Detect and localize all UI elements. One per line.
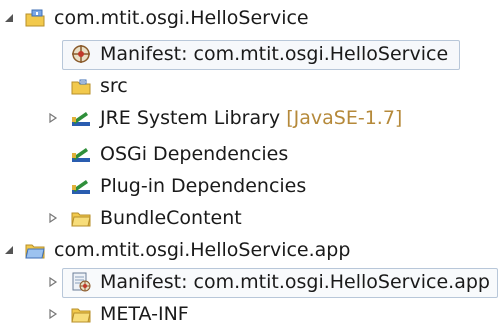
tree-item-label: src	[100, 75, 128, 97]
tree-item-helloservice-project[interactable]: com.mtit.osgi.HelloService	[0, 4, 502, 32]
library-decoration: [JavaSE-1.7]	[286, 107, 403, 129]
tree-item-bundlecontent[interactable]: BundleContent	[0, 204, 502, 232]
tree-item-label: com.mtit.osgi.HelloService.app	[54, 239, 351, 261]
manifest-icon	[70, 43, 92, 65]
plugin-project-icon	[24, 7, 46, 29]
tree-item-label: BundleContent	[100, 207, 242, 229]
expanded-triangle-icon[interactable]	[2, 243, 16, 257]
tree-item-jre-system-library[interactable]: JRE System Library [JavaSE-1.7]	[0, 104, 502, 132]
tree-item-osgi-dependencies[interactable]: OSGi Dependencies	[0, 140, 502, 168]
library-icon	[70, 175, 92, 197]
folder-icon	[70, 303, 92, 325]
tree-item-label: com.mtit.osgi.HelloService	[54, 7, 309, 29]
collapsed-triangle-icon[interactable]	[46, 307, 60, 321]
library-icon	[70, 143, 92, 165]
tree-item-manifest[interactable]: Manifest: com.mtit.osgi.HelloService	[0, 40, 502, 68]
tree-item-label: META-INF	[100, 303, 189, 325]
tree-item-label: Manifest: com.mtit.osgi.HelloService	[100, 43, 449, 65]
library-icon	[70, 107, 92, 129]
collapsed-triangle-icon[interactable]	[46, 275, 60, 289]
folder-icon	[70, 207, 92, 229]
tree-item-meta-inf[interactable]: META-INF	[0, 300, 502, 328]
library-name: JRE System Library	[100, 107, 281, 129]
collapsed-triangle-icon[interactable]	[46, 211, 60, 225]
expanded-triangle-icon[interactable]	[2, 11, 16, 25]
tree-item-manifest-app[interactable]: Manifest: com.mtit.osgi.HelloService.app	[0, 268, 502, 296]
plugin-project-icon	[24, 239, 46, 261]
source-folder-icon	[70, 75, 92, 97]
collapsed-triangle-icon[interactable]	[46, 111, 60, 125]
manifest-file-icon	[70, 271, 92, 293]
tree-item-label: JRE System Library [JavaSE-1.7]	[100, 104, 402, 132]
tree-item-plugin-dependencies[interactable]: Plug-in Dependencies	[0, 172, 502, 200]
tree-item-label: Manifest: com.mtit.osgi.HelloService.app	[100, 271, 490, 293]
tree-item-label: OSGi Dependencies	[100, 143, 289, 165]
tree-item-src[interactable]: src	[0, 72, 502, 100]
tree-item-label: Plug-in Dependencies	[100, 175, 307, 197]
tree-item-helloservice-app-project[interactable]: com.mtit.osgi.HelloService.app	[0, 236, 502, 264]
